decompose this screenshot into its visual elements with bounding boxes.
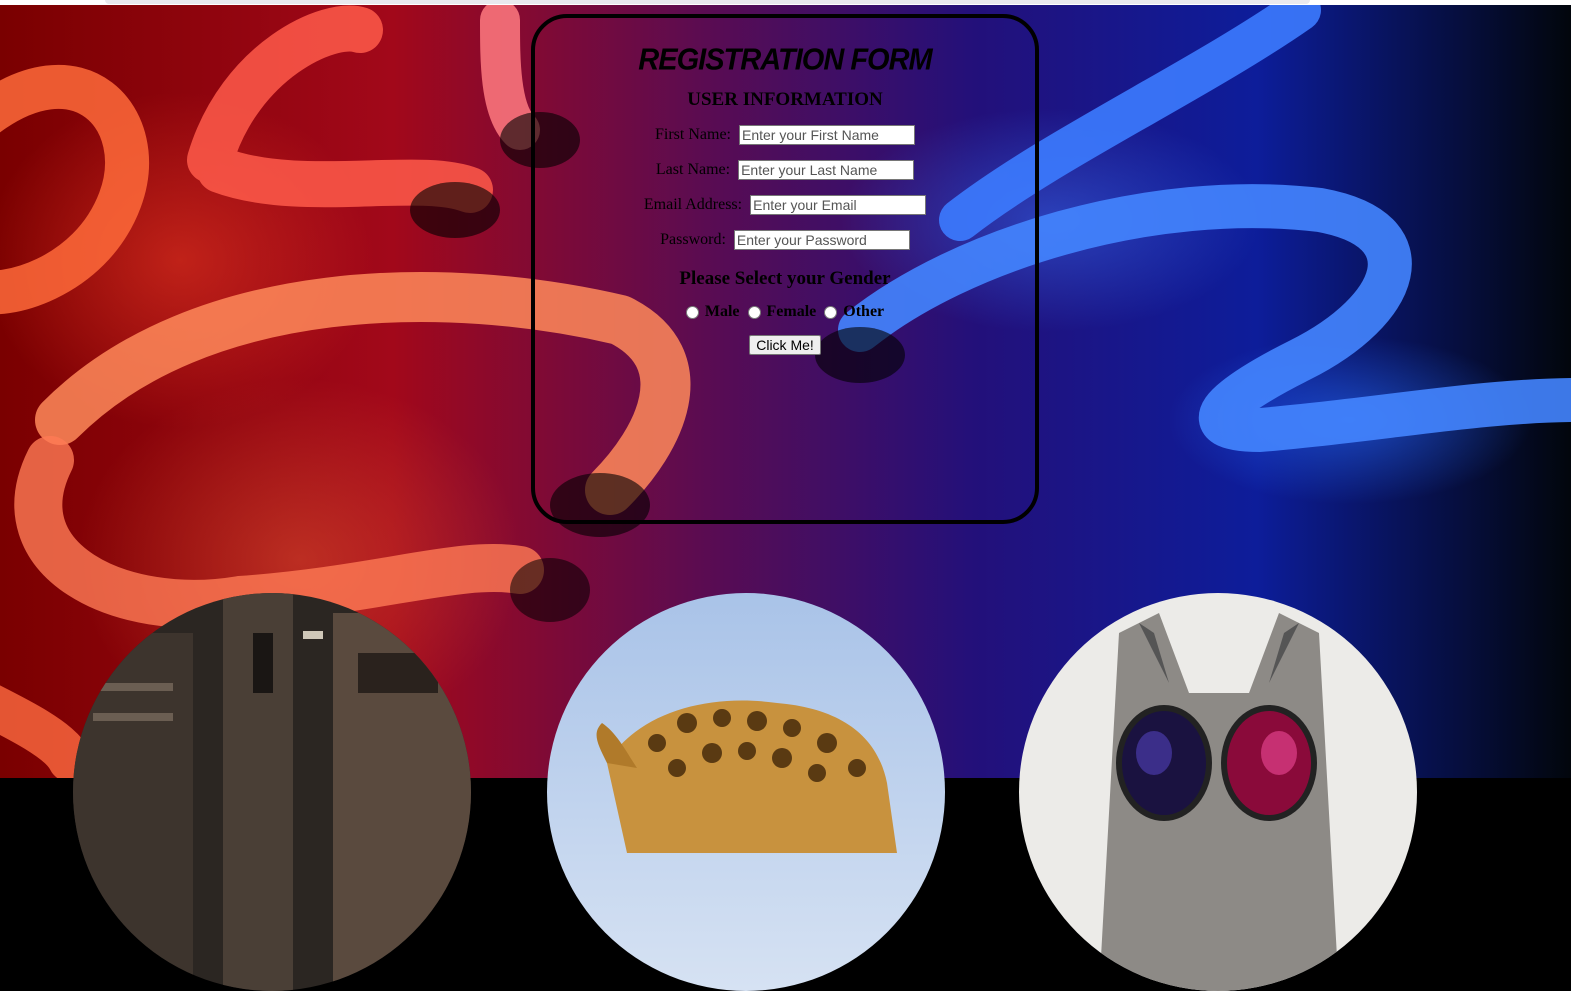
cat-glasses-image bbox=[1019, 593, 1417, 991]
female-label: Female bbox=[766, 303, 817, 320]
registration-form: REGISTRATION FORM USER INFORMATION First… bbox=[531, 14, 1039, 524]
other-radio[interactable] bbox=[824, 305, 838, 319]
last-name-label: Last Name: bbox=[655, 161, 731, 178]
female-radio[interactable] bbox=[747, 305, 761, 319]
gender-heading: Please Select your Gender bbox=[679, 268, 891, 289]
building-image bbox=[73, 593, 471, 991]
male-label: Male bbox=[704, 303, 740, 320]
gender-option-male: Male bbox=[685, 303, 740, 321]
other-label: Other bbox=[843, 303, 885, 320]
gender-option-female: Female bbox=[747, 303, 817, 321]
giraffe-image bbox=[547, 593, 945, 991]
section-heading: USER INFORMATION bbox=[687, 89, 883, 110]
password-label: Password: bbox=[660, 231, 726, 248]
scroll-indicator bbox=[105, 0, 1310, 4]
email-row: Email Address: bbox=[535, 194, 1035, 216]
email-input[interactable] bbox=[750, 195, 927, 216]
first-name-label: First Name: bbox=[655, 126, 731, 143]
last-name-input[interactable] bbox=[738, 160, 915, 181]
male-radio[interactable] bbox=[685, 305, 699, 319]
gender-option-other: Other bbox=[824, 303, 884, 321]
gender-options: Male Female Other bbox=[535, 303, 1035, 321]
submit-button[interactable]: Click Me! bbox=[749, 335, 821, 355]
first-name-row: First Name: bbox=[535, 124, 1035, 146]
password-input[interactable] bbox=[733, 230, 910, 251]
email-label: Email Address: bbox=[643, 196, 743, 213]
last-name-row: Last Name: bbox=[535, 159, 1035, 181]
first-name-input[interactable] bbox=[739, 125, 915, 146]
form-title: REGISTRATION FORM bbox=[638, 43, 932, 77]
submit-wrap: Click Me! bbox=[535, 335, 1035, 355]
password-row: Password: bbox=[535, 229, 1035, 251]
